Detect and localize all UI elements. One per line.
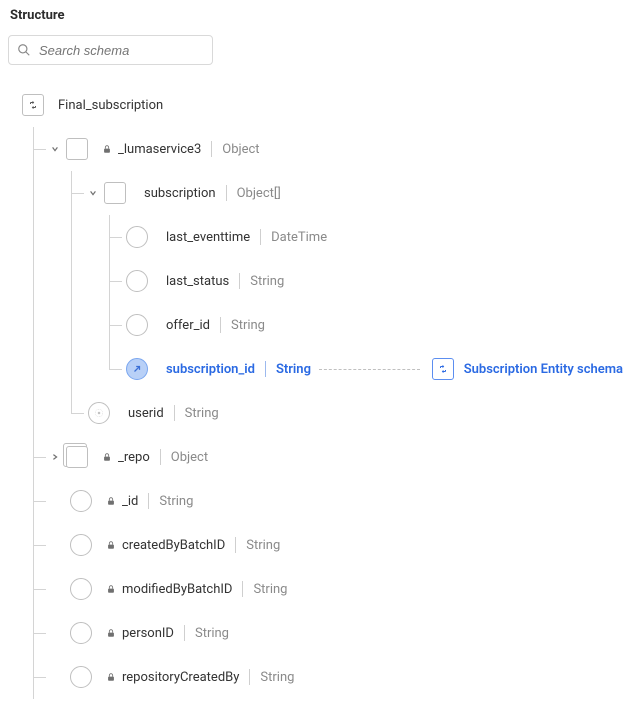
relationship-icon [22, 94, 44, 116]
relationship-label: Subscription Entity schema [464, 362, 623, 377]
tree-leaf-userid[interactable]: userid String [8, 391, 623, 435]
lock-icon [102, 143, 112, 155]
field-name: createdByBatchID [122, 538, 225, 553]
node-type: Object [222, 142, 259, 157]
field-type: String [246, 538, 280, 553]
field-icon [70, 666, 92, 688]
field-type: String [250, 274, 284, 289]
field-type: DateTime [271, 230, 327, 245]
field-type: String [159, 494, 193, 509]
relationship-field-icon [126, 358, 148, 380]
relationship-target[interactable]: Subscription Entity schema [432, 358, 623, 380]
field-icon [70, 490, 92, 512]
object-node-icon [66, 138, 88, 160]
lock-icon [106, 627, 116, 639]
lock-icon [106, 495, 116, 507]
field-icon [126, 270, 148, 292]
object-node-icon [104, 182, 126, 204]
tree-leaf-last-eventtime[interactable]: last_eventtime DateTime [8, 215, 623, 259]
tree-node-subscription[interactable]: subscription Object[] [8, 171, 623, 215]
lock-icon [106, 671, 116, 683]
field-name: last_status [166, 274, 229, 289]
tree-leaf-offer-id[interactable]: offer_id String [8, 303, 623, 347]
field-name: modifiedByBatchID [122, 582, 232, 597]
field-icon [126, 314, 148, 336]
field-icon [126, 226, 148, 248]
field-type: String [185, 406, 219, 421]
field-name: personID [122, 626, 174, 641]
lock-icon [106, 539, 116, 551]
field-type: String [253, 582, 287, 597]
field-icon [70, 578, 92, 600]
tree-leaf-modified-by-batch-id[interactable]: modifiedByBatchID String [8, 567, 623, 611]
search-icon [17, 43, 31, 57]
field-type: String [276, 362, 311, 377]
node-name: _lumaservice3 [118, 142, 201, 157]
schema-name: Final_subscription [58, 98, 163, 113]
section-title: Structure [10, 8, 623, 23]
node-type: Object [171, 450, 208, 465]
field-type: String [231, 318, 265, 333]
search-schema-input-container[interactable] [8, 35, 213, 65]
field-name: userid [128, 406, 164, 421]
search-schema-input[interactable] [37, 42, 204, 59]
chevron-down-icon[interactable] [50, 144, 60, 154]
tree-leaf-repository-created-by[interactable]: repositoryCreatedBy String [8, 655, 623, 699]
field-name: repositoryCreatedBy [122, 670, 239, 685]
object-group-icon [66, 446, 88, 468]
field-icon [70, 534, 92, 556]
field-name: offer_id [166, 318, 210, 333]
field-type: String [260, 670, 294, 685]
field-name: _id [122, 494, 138, 509]
lock-icon [106, 583, 116, 595]
node-name: _repo [118, 450, 150, 465]
tree-leaf-created-by-batch-id[interactable]: createdByBatchID String [8, 523, 623, 567]
tree-node-repo[interactable]: _repo Object [8, 435, 623, 479]
chevron-down-icon[interactable] [88, 188, 98, 198]
tree-leaf-last-status[interactable]: last_status String [8, 259, 623, 303]
relationship-connector [319, 369, 420, 370]
identity-field-icon [88, 402, 110, 424]
schema-tree: Final_subscription _lumaservice3 Object … [8, 83, 623, 699]
node-name: subscription [144, 186, 216, 201]
tree-node-lumaservice[interactable]: _lumaservice3 Object [8, 127, 623, 171]
field-icon [70, 622, 92, 644]
field-name: last_eventtime [166, 230, 250, 245]
tree-leaf-person-id[interactable]: personID String [8, 611, 623, 655]
lock-icon [102, 451, 112, 463]
node-type: Object[] [237, 186, 281, 201]
tree-leaf-id[interactable]: _id String [8, 479, 623, 523]
field-name: subscription_id [166, 362, 255, 377]
chevron-right-icon[interactable] [50, 452, 60, 462]
tree-root-row[interactable]: Final_subscription [8, 83, 623, 127]
tree-leaf-subscription-id[interactable]: subscription_id String Subscription Enti… [8, 347, 623, 391]
field-type: String [195, 626, 229, 641]
relationship-icon [432, 358, 454, 380]
